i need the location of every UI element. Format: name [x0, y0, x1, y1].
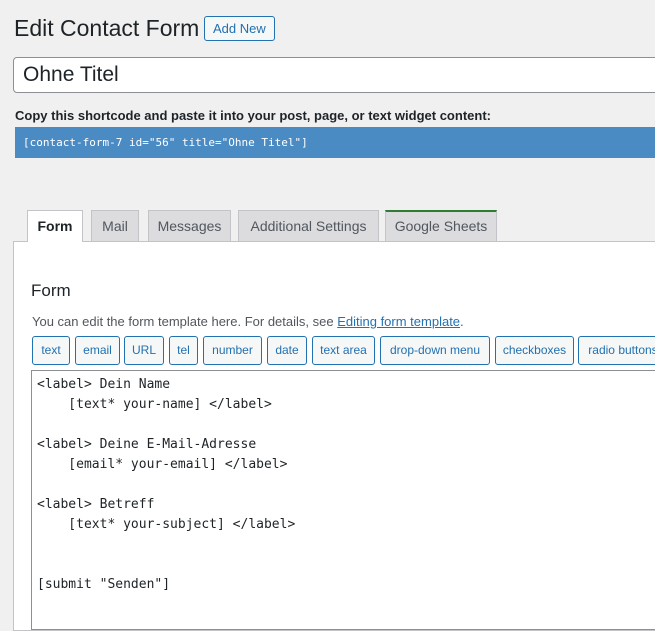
tag-button-radio[interactable]: radio buttons [578, 336, 655, 365]
form-template-editor[interactable]: <label> Dein Name [text* your-name] </la… [31, 370, 655, 630]
shortcode-field[interactable]: [contact-form-7 id="56" title="Ohne Tite… [15, 127, 655, 158]
tab-mail[interactable]: Mail [91, 210, 139, 241]
tag-button-date[interactable]: date [267, 336, 307, 365]
editor-line: [submit "Senden"] [37, 577, 171, 592]
editor-line: <label> Deine E-Mail-Adresse [37, 437, 257, 452]
editor-line: [text* your-subject] </label> [37, 517, 296, 532]
tab-google-sheets[interactable]: Google Sheets [385, 210, 497, 241]
editor-line: [text* your-name] </label> [37, 397, 272, 412]
tag-button-text[interactable]: text [32, 336, 70, 365]
editing-form-template-link[interactable]: Editing form template [337, 314, 460, 329]
tag-button-number[interactable]: number [203, 336, 262, 365]
tab-additional-settings[interactable]: Additional Settings [238, 210, 379, 241]
editor-line: <label> Betreff [37, 497, 155, 512]
tag-button-tel[interactable]: tel [169, 336, 198, 365]
form-hint-end: . [460, 314, 464, 329]
shortcode-label: Copy this shortcode and paste it into yo… [15, 108, 491, 123]
form-hint: You can edit the form template here. For… [32, 314, 464, 329]
tag-button-url[interactable]: URL [124, 336, 164, 365]
tab-messages[interactable]: Messages [148, 210, 231, 241]
page-title: Edit Contact Form [14, 15, 200, 41]
editor-line: <label> Dein Name [37, 377, 171, 392]
tab-form[interactable]: Form [27, 210, 83, 242]
tag-button-checkboxes[interactable]: checkboxes [495, 336, 574, 365]
form-hint-text: You can edit the form template here. For… [32, 314, 338, 329]
form-title-input[interactable]: Ohne Titel [13, 57, 655, 93]
form-section-title: Form [31, 281, 71, 300]
tag-button-textarea[interactable]: text area [312, 336, 375, 365]
tag-button-dropdown[interactable]: drop-down menu [380, 336, 490, 365]
tag-button-email[interactable]: email [75, 336, 120, 365]
editor-line: [email* your-email] </label> [37, 457, 288, 472]
add-new-button[interactable]: Add New [204, 16, 275, 41]
